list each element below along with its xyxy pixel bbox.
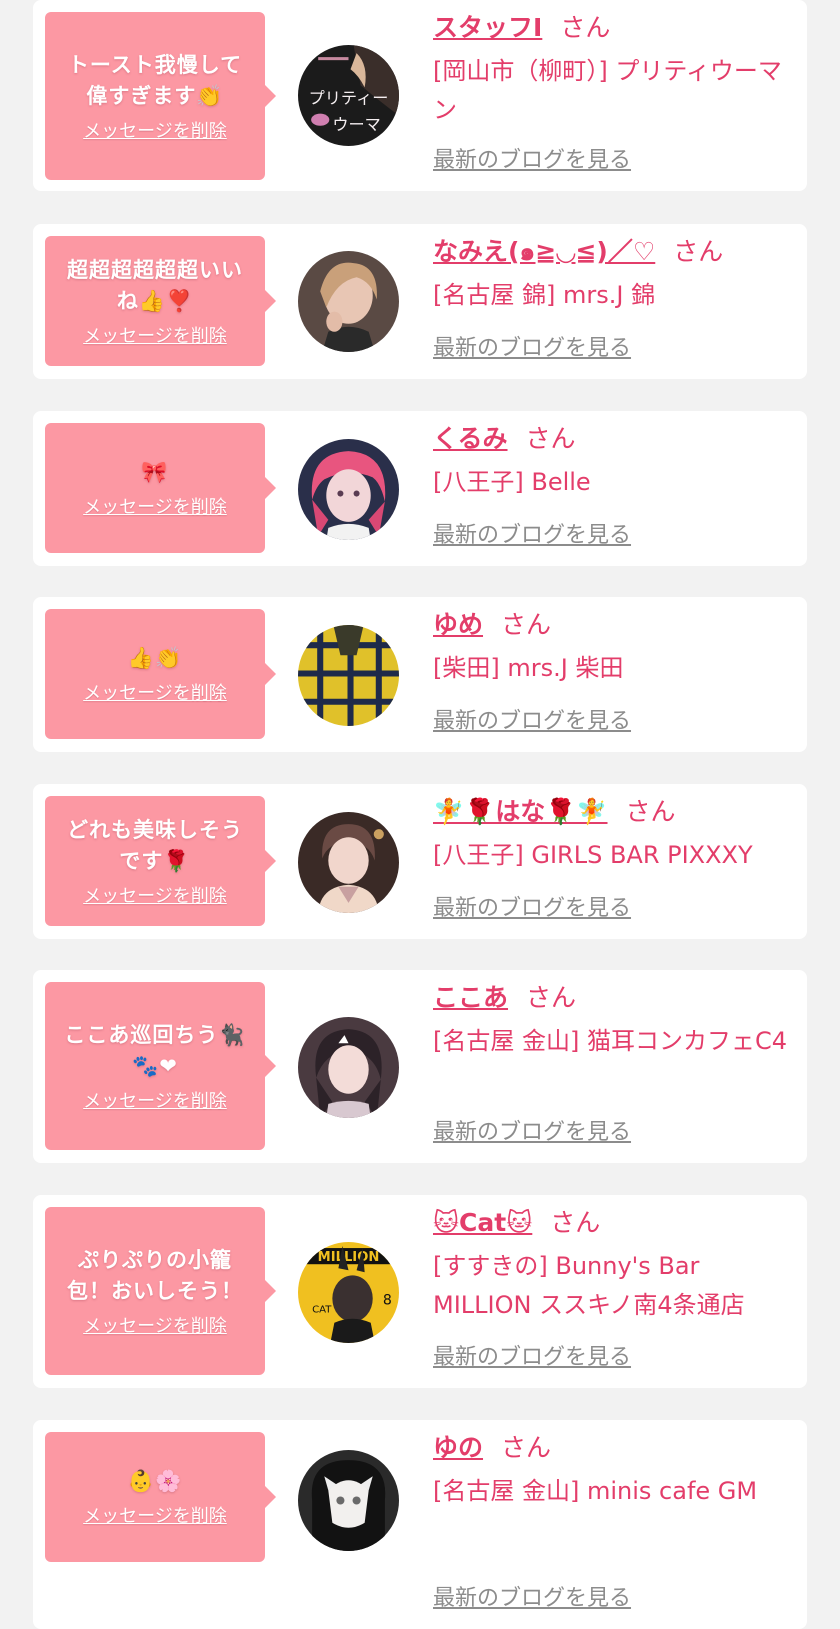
latest-blog-link[interactable]: 最新のブログを見る (433, 895, 631, 923)
delete-message-link[interactable]: メッセージを削除 (83, 121, 227, 143)
shop-label: [柴田] mrs.J 柴田 (433, 654, 624, 682)
latest-blog-link[interactable]: 最新のブログを見る (433, 1344, 631, 1372)
svg-text:プリティー: プリティー (309, 89, 389, 108)
message-text: ぷりぷりの小籠包！おいしそう！ (67, 1247, 243, 1303)
name-row: ゆめ さん (433, 609, 793, 641)
delete-message-link[interactable]: メッセージを削除 (83, 1506, 227, 1528)
honorific-label: さん (560, 13, 611, 42)
message-bubble: ぷりぷりの小籠包！おいしそう！ メッセージを削除 (45, 1207, 276, 1375)
message-card: ぷりぷりの小籠包！おいしそう！ メッセージを削除 MILLION CAT 8 🐱Ca… (33, 1195, 807, 1388)
girl-photo-avatar[interactable] (298, 251, 399, 352)
name-row: なみえ(๑≧◡≦)／♡ さん (433, 236, 793, 268)
sender-info: スタッフI さん [岡山市（柳町）] プリティウーマン 最新のブログを見る (433, 12, 793, 179)
shop-label: [すすきの] Bunny's Bar MILLION ススキノ南4条通店 (433, 1252, 745, 1319)
honorific-label: さん (501, 1433, 552, 1462)
store-logo-avatar[interactable]: プリティーウーマ (298, 45, 399, 146)
name-row: 🐱Cat🐱 さん (433, 1207, 793, 1239)
magazine-cover-avatar[interactable]: MILLION CAT 8 (298, 1242, 399, 1343)
shop-label: [名古屋 錦] mrs.J 錦 (433, 281, 656, 309)
name-row: くるみ さん (433, 423, 793, 455)
message-card: 🎀 メッセージを削除 くるみ さん [八王子] Belle 最新のブログを見る (33, 411, 807, 566)
latest-blog-link[interactable]: 最新のブログを見る (433, 335, 631, 363)
svg-text:MILLION: MILLION (318, 1250, 380, 1265)
delete-message-link[interactable]: メッセージを削除 (83, 497, 227, 519)
message-text: 超超超超超超いいね👍❣️ (67, 257, 243, 313)
delete-message-link[interactable]: メッセージを削除 (83, 886, 227, 908)
sender-name-link[interactable]: なみえ(๑≧◡≦)／♡ (433, 237, 655, 266)
shop-label: [八王子] Belle (433, 468, 591, 496)
honorific-label: さん (526, 983, 577, 1012)
sender-name-link[interactable]: ゆめ (433, 610, 483, 639)
plaid-shirt-avatar[interactable] (298, 625, 399, 726)
honorific-label: さん (625, 797, 676, 826)
svg-text:8: 8 (383, 1293, 392, 1309)
sender-info: 🐱Cat🐱 さん [すすきの] Bunny's Bar MILLION ススキノ南… (433, 1207, 793, 1376)
sender-info: くるみ さん [八王子] Belle 最新のブログを見る (433, 423, 793, 554)
sender-name-link[interactable]: ここあ (433, 983, 508, 1012)
latest-blog-link[interactable]: 最新のブログを見る (433, 1119, 631, 1147)
delete-message-link[interactable]: メッセージを削除 (83, 683, 227, 705)
sender-name-link[interactable]: 🐱Cat🐱 (433, 1208, 532, 1237)
message-bubble: トースト我慢して偉すぎます👏 メッセージを削除 (45, 12, 276, 180)
girl-photo-avatar[interactable] (298, 812, 399, 913)
message-card: トースト我慢して偉すぎます👏 メッセージを削除 プリティーウーマ スタッフI さん… (33, 0, 807, 191)
shop-label: [名古屋 金山] 猫耳コンカフェC4 (433, 1027, 788, 1055)
message-card: ここあ巡回ちう🐈‍⬛🐾❤ メッセージを削除 ここあ さん [名古屋 金山] 猫耳コ… (33, 970, 807, 1163)
message-list: トースト我慢して偉すぎます👏 メッセージを削除 プリティーウーマ スタッフI さん… (0, 0, 840, 1629)
message-text: どれも美味しそうです🌹 (67, 817, 243, 873)
sender-info: なみえ(๑≧◡≦)／♡ さん [名古屋 錦] mrs.J 錦 最新のブログを見る (433, 236, 793, 367)
honorific-label: さん (501, 610, 552, 639)
message-bubble: どれも美味しそうです🌹 メッセージを削除 (45, 796, 276, 926)
message-bubble: ここあ巡回ちう🐈‍⬛🐾❤ メッセージを削除 (45, 982, 276, 1150)
sender-info: ここあ さん [名古屋 金山] 猫耳コンカフェC4 最新のブログを見る (433, 982, 793, 1151)
message-card: 超超超超超超いいね👍❣️ メッセージを削除 なみえ(๑≧◡≦)／♡ さん [名古屋… (33, 224, 807, 379)
delete-message-link[interactable]: メッセージを削除 (83, 1091, 227, 1113)
message-text: 👶🌸 (127, 1469, 183, 1493)
delete-message-link[interactable]: メッセージを削除 (83, 326, 227, 348)
girl-photo-avatar[interactable] (298, 1017, 399, 1118)
latest-blog-link[interactable]: 最新のブログを見る (433, 708, 631, 736)
message-text: ここあ巡回ちう🐈‍⬛🐾❤ (64, 1022, 246, 1078)
latest-blog-link[interactable]: 最新のブログを見る (433, 147, 631, 175)
message-bubble: 超超超超超超いいね👍❣️ メッセージを削除 (45, 236, 276, 366)
sender-info: ゆの さん [名古屋 金山] minis cafe GM 最新のブログを見る (433, 1432, 793, 1617)
shop-label: [八王子] GIRLS BAR PIXXXY (433, 841, 753, 869)
sender-name-link[interactable]: くるみ (433, 424, 508, 453)
pink-hair-avatar[interactable] (298, 439, 399, 540)
sender-name-link[interactable]: ゆの (433, 1433, 483, 1462)
latest-blog-link[interactable]: 最新のブログを見る (433, 1585, 631, 1613)
name-row: ここあ さん (433, 982, 793, 1014)
message-text: 🎀 (141, 460, 169, 484)
name-row: スタッフI さん (433, 12, 793, 44)
honorific-label: さん (673, 237, 724, 266)
honorific-label: さん (525, 424, 576, 453)
name-row: ゆの さん (433, 1432, 793, 1464)
sender-name-link[interactable]: スタッフI (433, 13, 542, 42)
message-card: どれも美味しそうです🌹 メッセージを削除 🧚🌹はな🌹🧚 さん [八王子] GIRL… (33, 784, 807, 939)
latest-blog-link[interactable]: 最新のブログを見る (433, 522, 631, 550)
message-card: 👍👏 メッセージを削除 ゆめ さん [柴田] mrs.J 柴田 最新のブログを見る (33, 597, 807, 752)
message-bubble: 🎀 メッセージを削除 (45, 423, 276, 553)
delete-message-link[interactable]: メッセージを削除 (83, 1316, 227, 1338)
message-text: 👍👏 (127, 646, 183, 670)
sender-info: ゆめ さん [柴田] mrs.J 柴田 最新のブログを見る (433, 609, 793, 740)
svg-text:ウーマ: ウーマ (332, 115, 380, 134)
message-text: トースト我慢して偉すぎます👏 (67, 52, 243, 108)
name-row: 🧚🌹はな🌹🧚 さん (433, 796, 793, 828)
sender-info: 🧚🌹はな🌹🧚 さん [八王子] GIRLS BAR PIXXXY 最新のブログを見… (433, 796, 793, 927)
masked-girl-avatar[interactable] (298, 1450, 399, 1551)
shop-label: [名古屋 金山] minis cafe GM (433, 1477, 758, 1505)
message-bubble: 👍👏 メッセージを削除 (45, 609, 276, 739)
honorific-label: さん (550, 1208, 601, 1237)
svg-text:CAT: CAT (312, 1305, 332, 1316)
sender-name-link[interactable]: 🧚🌹はな🌹🧚 (433, 797, 608, 826)
message-bubble: 👶🌸 メッセージを削除 (45, 1432, 276, 1562)
shop-label: [岡山市（柳町）] プリティウーマン (433, 57, 782, 124)
message-card: 👶🌸 メッセージを削除 ゆの さん [名古屋 金山] minis cafe GM … (33, 1420, 807, 1629)
